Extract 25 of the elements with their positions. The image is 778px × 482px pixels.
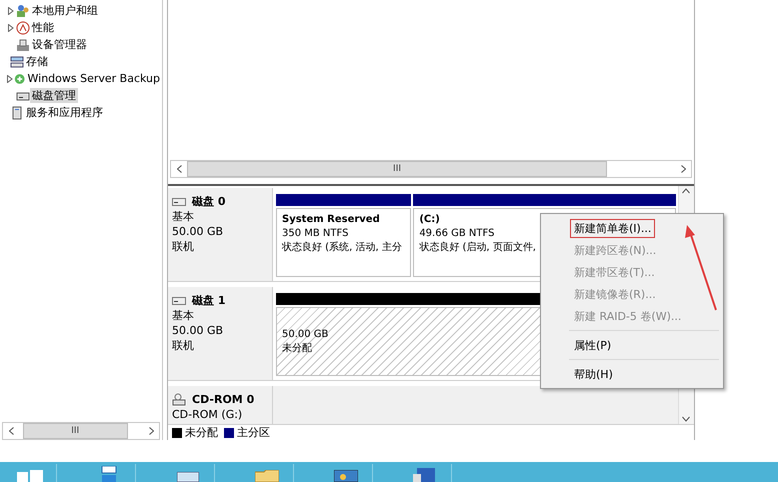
menu-item-label: 新建镜像卷(R)... xyxy=(573,286,657,302)
disk-size: 50.00 GB xyxy=(172,323,224,338)
partition-name: System Reserved xyxy=(282,213,380,227)
legend-label: 主分区 xyxy=(237,425,270,440)
partition-status: 状态良好 (启动, 页面文件, xyxy=(419,241,536,255)
disk-name: 磁盘 0 xyxy=(192,194,226,209)
disk-type: CD-ROM (G:) xyxy=(172,407,244,422)
disk-name: 磁盘 1 xyxy=(192,293,226,308)
partition-size: 49.66 GB NTFS xyxy=(419,227,494,241)
partition-name: (C:) xyxy=(419,213,440,227)
highlighted-menu-label: 新建简单卷(I)... xyxy=(571,220,654,236)
partition-status: 状态良好 (系统, 活动, 主分 xyxy=(282,241,402,255)
disk-status: 联机 xyxy=(172,338,195,353)
partition-size: 350 MB NTFS xyxy=(282,227,348,241)
partition-size: 50.00 GB xyxy=(282,328,328,342)
disk-type: 基本 xyxy=(172,209,195,224)
disk-status: 联机 xyxy=(172,239,195,254)
menu-item-label: 新建跨区卷(N)... xyxy=(573,242,658,258)
disk-size: 50.00 GB xyxy=(172,224,224,239)
legend-label: 未分配 xyxy=(185,425,218,440)
partition-status: 未分配 xyxy=(282,342,312,356)
disk-name: CD-ROM 0 xyxy=(192,392,254,407)
menu-item-label: 新建带区卷(T)... xyxy=(573,264,656,280)
disk-type: 基本 xyxy=(172,308,195,323)
menu-item-label: 属性(P) xyxy=(573,338,612,354)
